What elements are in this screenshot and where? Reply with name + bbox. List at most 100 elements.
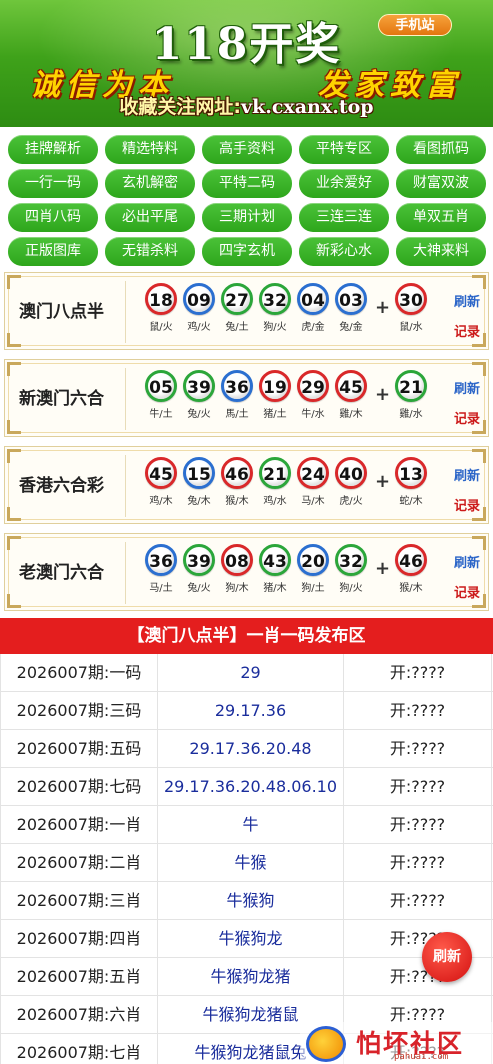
result-panel: 香港六合彩 45 鸡/木 15 兔/木 46 猴/木 21 鸡/水 24 马/木 40 虎/火 +13 蛇/… [4,446,489,524]
nav-button[interactable]: 新彩心水 [299,237,389,266]
zodiac-label: 狗/火 [263,322,287,333]
zodiac-label: 兔/土 [225,322,249,333]
nav-button[interactable]: 正版图库 [8,237,98,266]
corner-ornament [472,362,486,376]
record-link[interactable]: 记录 [454,495,480,514]
zodiac-label: 鸡/火 [187,322,211,333]
watermark-logo-icon [306,1026,346,1062]
ball-cell: 40 虎/火 [333,457,369,507]
zodiac-label: 猪/木 [263,583,287,594]
zodiac-label: 兔/火 [187,583,211,594]
number-ball: 36 [145,544,177,576]
nav-button[interactable]: 财富双波 [396,169,486,198]
nav-button[interactable]: 业余爱好 [299,169,389,198]
ball-cell: 46 猴/木 [219,457,255,507]
result-panel: 老澳门六合 36 马/土 39 兔/火 08 狗/木 43 猪/木 20 狗/土 32 狗/火 +46 猴/… [4,533,489,611]
table-row: 2026007期:三肖 牛猴狗 开:???? [0,882,493,920]
result-cell: 开:???? [344,654,492,692]
ball-cell: 43 猪/木 [257,544,293,594]
number-ball: 09 [183,283,215,315]
ball-cell: 09 鸡/火 [181,283,217,333]
special-ball-cell: 30 鼠/水 [393,283,429,333]
bookmark-label: 收藏关注网址: [119,96,242,118]
record-link[interactable]: 记录 [454,582,480,601]
zodiac-label: 虎/金 [301,322,325,333]
zodiac-label: 雞/水 [399,409,423,420]
number-ball: 46 [221,457,253,489]
refresh-link[interactable]: 刷新 [454,465,480,484]
number-ball: 08 [221,544,253,576]
zodiac-label: 猴/木 [399,583,423,594]
zodiac-label: 猪/土 [263,409,287,420]
result-cell: 开:???? [344,806,492,844]
zodiac-label: 狗/火 [339,583,363,594]
nav-button[interactable]: 无错杀料 [105,237,195,266]
nav-button[interactable]: 玄机解密 [105,169,195,198]
divider [125,281,126,343]
pick-cell: 牛 [158,806,344,844]
zodiac-label: 兔/火 [187,409,211,420]
site-url[interactable]: vk.cxanx.top [241,96,374,118]
number-ball: 21 [259,457,291,489]
mobile-site-badge[interactable]: 手机站 [378,14,452,36]
result-cell: 开:???? [344,730,492,768]
table-row: 2026007期:四肖 牛猴狗龙 开:???? [0,920,493,958]
number-ball: 40 [335,457,367,489]
nav-button[interactable]: 四肖八码 [8,203,98,232]
zodiac-label: 马/土 [149,583,173,594]
nav-button[interactable]: 平特专区 [299,135,389,164]
refresh-link[interactable]: 刷新 [454,291,480,310]
nav-button[interactable]: 一行一码 [8,169,98,198]
plus-sign: + [375,471,391,492]
number-ball: 36 [221,370,253,402]
nav-button[interactable]: 三连三连 [299,203,389,232]
number-ball: 32 [335,544,367,576]
zodiac-label: 狗/土 [301,583,325,594]
record-link[interactable]: 记录 [454,321,480,340]
period-cell: 2026007期:二肖 [0,844,158,882]
nav-button[interactable]: 高手资料 [202,135,292,164]
number-ball: 32 [259,283,291,315]
nav-button[interactable]: 三期计划 [202,203,292,232]
table-row: 2026007期:三码 29.17.36 开:???? [0,692,493,730]
period-cell: 2026007期:一肖 [0,806,158,844]
ball-cell: 45 雞/木 [333,370,369,420]
period-cell: 2026007期:五肖 [0,958,158,996]
number-ball: 39 [183,370,215,402]
table-row: 2026007期:一肖牛开:???? [0,806,493,844]
refresh-link[interactable]: 刷新 [454,378,480,397]
header-banner: 118开奖 手机站 诚信为本 发家致富 收藏关注网址:vk.cxanx.top [0,0,493,127]
plus-sign: + [375,558,391,579]
watermark-sub: pahuai.com [394,1052,449,1062]
nav-button[interactable]: 大神来料 [396,237,486,266]
nav-button[interactable]: 单双五肖 [396,203,486,232]
corner-ornament [472,536,486,550]
nav-button[interactable]: 精选特料 [105,135,195,164]
ball-cell: 36 马/土 [143,544,179,594]
table-row: 2026007期:一码 29 开:???? [0,654,493,692]
nav-button[interactable]: 必出平尾 [105,203,195,232]
table-row: 2026007期:二肖 牛猴 开:???? [0,844,493,882]
floating-refresh-button[interactable]: 刷新 [422,932,472,982]
zodiac-label: 鼠/水 [399,322,423,333]
nav-button[interactable]: 看图抓码 [396,135,486,164]
refresh-link[interactable]: 刷新 [454,552,480,571]
nav-button[interactable]: 四字玄机 [202,237,292,266]
period-cell: 2026007期:一码 [0,654,158,692]
special-ball-cell: 46 猴/木 [393,544,429,594]
table-row: 2026007期:五码 29.17.36.20.48 开:???? [0,730,493,768]
number-ball: 15 [183,457,215,489]
zodiac-label: 馬/土 [225,409,249,420]
ball-cell: 08 狗/木 [219,544,255,594]
number-ball: 19 [259,370,291,402]
nav-button[interactable]: 挂牌解析 [8,135,98,164]
pick-cell: 29 [158,654,344,692]
lottery-name: 新澳门六合 [19,389,104,409]
period-cell: 2026007期:三码 [0,692,158,730]
record-link[interactable]: 记录 [454,408,480,427]
nav-button[interactable]: 平特二码 [202,169,292,198]
zodiac-label: 鼠/火 [149,322,173,333]
zodiac-label: 雞/木 [339,409,363,420]
lottery-name: 香港六合彩 [19,476,104,496]
zodiac-label: 马/木 [301,496,325,507]
